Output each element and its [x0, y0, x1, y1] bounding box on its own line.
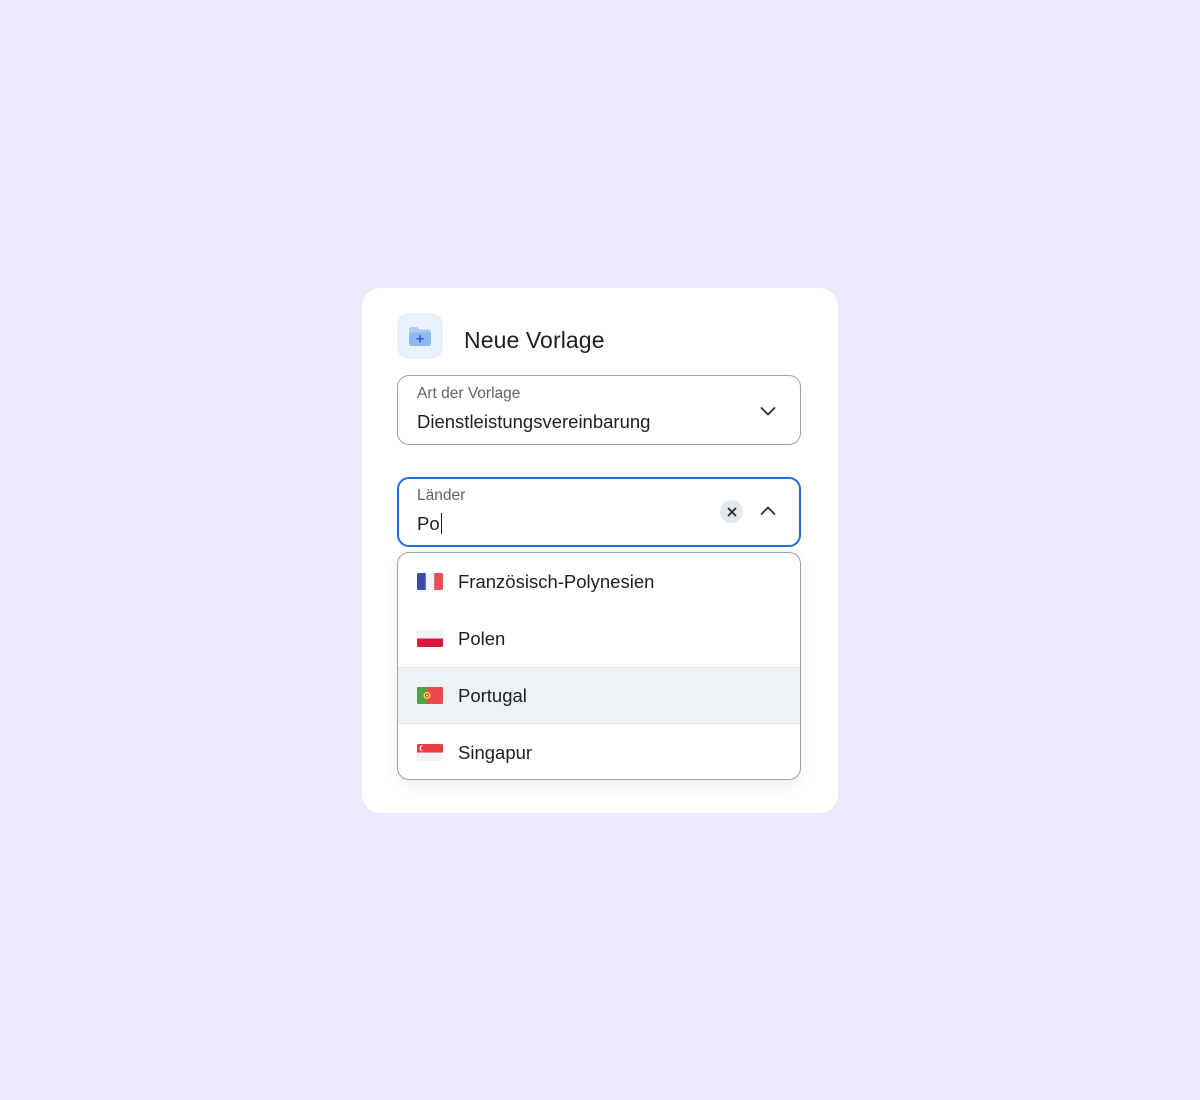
countries-search-text: Po	[417, 513, 440, 534]
country-option-label: Singapur	[458, 741, 533, 763]
countries-combobox[interactable]: Länder Po	[397, 477, 801, 547]
country-option-label: Französisch-Polynesien	[458, 570, 655, 592]
portugal-flag-icon	[417, 687, 443, 704]
chevron-up-icon[interactable]	[758, 501, 778, 521]
text-caret	[440, 513, 443, 534]
template-type-label: Art der Vorlage	[417, 385, 521, 402]
country-option-label: Polen	[458, 627, 506, 649]
singapore-flag-icon	[417, 744, 443, 761]
folder-add-icon	[397, 313, 443, 359]
clear-icon[interactable]	[720, 500, 743, 523]
countries-dropdown-list: Französisch-Polynesien Polen Portugal Si…	[397, 552, 801, 780]
country-option-portugal[interactable]: Portugal	[398, 667, 800, 724]
dialog-header: Neue Vorlage	[397, 313, 605, 359]
template-type-select[interactable]: Art der Vorlage Dienstleistungsvereinbar…	[397, 375, 801, 445]
country-option-singapore[interactable]: Singapur	[398, 724, 800, 779]
dialog-title: Neue Vorlage	[464, 326, 605, 353]
template-type-value: Dienstleistungsvereinbarung	[417, 411, 651, 432]
poland-flag-icon	[417, 630, 443, 647]
country-option-label: Portugal	[458, 684, 527, 706]
country-option-poland[interactable]: Polen	[398, 610, 800, 667]
countries-label: Länder	[417, 487, 466, 504]
countries-search-input[interactable]: Po	[417, 513, 443, 535]
france-flag-icon	[417, 573, 443, 590]
new-template-dialog: Neue Vorlage Art der Vorlage Dienstleist…	[362, 288, 838, 813]
country-option-french-polynesia[interactable]: Französisch-Polynesien	[398, 553, 800, 610]
chevron-down-icon[interactable]	[758, 401, 778, 421]
